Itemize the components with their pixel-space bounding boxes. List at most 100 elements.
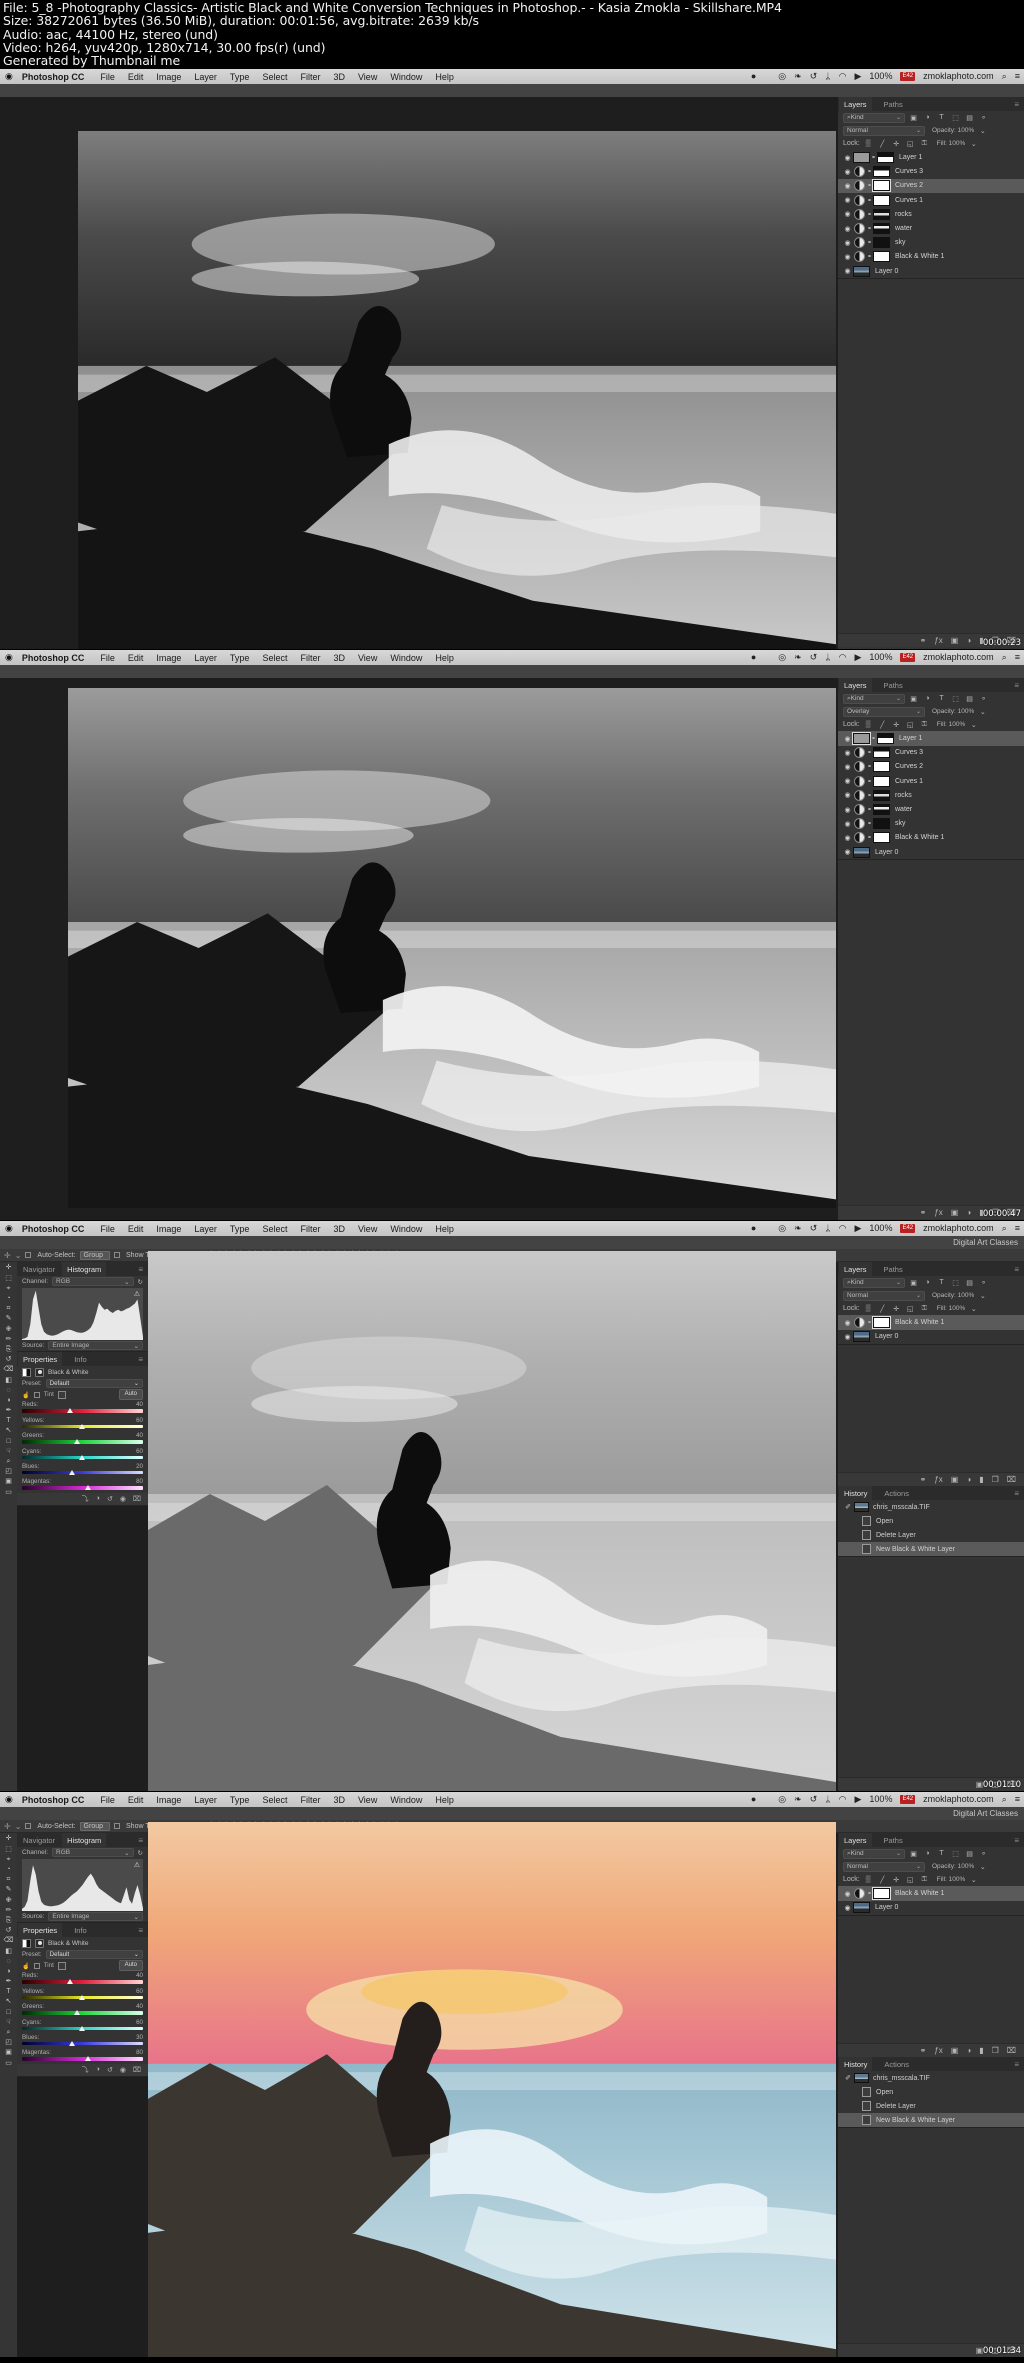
tab-navigator[interactable]: Navigator [23, 1836, 55, 1845]
lasso-tool-icon[interactable]: ⌖ [7, 1856, 11, 1864]
menu-file[interactable]: File [100, 1224, 115, 1234]
bluetooth-icon[interactable]: ᛦ [825, 72, 830, 81]
delete-layer-icon[interactable]: ⌧ [1007, 1475, 1016, 1484]
slider-track[interactable] [22, 1485, 143, 1491]
lock-artboard-icon[interactable]: ◱ [905, 721, 916, 729]
type-tool-icon[interactable]: T [6, 1988, 10, 1996]
blend-mode-dropdown[interactable]: Normal ⌄ [843, 125, 925, 136]
slider-thumb[interactable] [67, 1408, 73, 1414]
timemachine-icon[interactable]: ❧ [794, 72, 802, 81]
layer-visibility-icon[interactable]: ◉ [842, 154, 853, 162]
layer-row[interactable]: ◉ ⚭ Curves 3 [838, 165, 1024, 179]
history-icon[interactable]: ↺ [810, 653, 818, 662]
blend-mode-dropdown[interactable]: Normal ⌄ [843, 1290, 925, 1301]
tab-actions[interactable]: Actions [884, 2060, 909, 2069]
volume-icon[interactable]: ▶ [855, 1224, 862, 1233]
layer-visibility-icon[interactable]: ◉ [842, 777, 853, 785]
crop-tool-icon[interactable]: ⌗ [7, 1876, 11, 1884]
type-filter-icon[interactable]: T [936, 114, 947, 121]
preset-dropdown[interactable]: Default ⌄ [45, 1950, 143, 1960]
history-brush-tool-icon[interactable]: ↺ [6, 1927, 12, 1935]
layer-visibility-icon[interactable]: ◉ [842, 749, 853, 757]
menu-view[interactable]: View [358, 1795, 377, 1805]
layer-mask-thumbnail[interactable] [872, 1316, 891, 1330]
layer-row[interactable]: ◉ ⚭ Curves 2 [838, 760, 1024, 774]
layer-row[interactable]: ◉ ⚭ water [838, 802, 1024, 816]
tab-layers[interactable]: Layers [839, 96, 872, 112]
channel-dropdown[interactable]: RGB ⌄ [52, 1848, 134, 1858]
adjustment-layer-icon[interactable] [854, 818, 865, 830]
tint-checkbox[interactable] [33, 1962, 40, 1969]
chevron-down-icon[interactable]: ⌄ [968, 1305, 979, 1313]
slider-thumb[interactable] [74, 1439, 81, 1445]
pixel-filter-icon[interactable]: ▣ [908, 114, 919, 122]
menu-window[interactable]: Window [390, 1795, 422, 1805]
filter-power-icon[interactable]: ⚬ [978, 1279, 989, 1287]
chevron-down-icon[interactable]: ⌄ [968, 721, 979, 729]
layer-row[interactable]: ◉ ⚭ sky [838, 817, 1024, 831]
menu-image[interactable]: Image [156, 1795, 181, 1805]
type-tool-icon[interactable]: T [6, 1417, 10, 1425]
lock-transparency-icon[interactable]: ▒ [863, 1305, 874, 1312]
adjustment-layer-icon[interactable] [854, 789, 865, 801]
menu-type[interactable]: Type [230, 72, 250, 82]
history-row[interactable]: Delete Layer [838, 1528, 1024, 1542]
menu-type[interactable]: Type [230, 1224, 250, 1234]
gradient-tool-icon[interactable]: ◧ [5, 1948, 12, 1956]
shape-filter-icon[interactable]: ⬚ [950, 1279, 961, 1287]
black-white-adjustment-icon[interactable] [22, 1938, 31, 1948]
dropbox-icon[interactable]: ● [751, 1795, 756, 1804]
tab-paths[interactable]: Paths [884, 1836, 903, 1845]
lock-artboard-icon[interactable]: ◱ [905, 1305, 916, 1313]
menu-type[interactable]: Type [230, 653, 250, 663]
clone-stamp-tool-icon[interactable]: ⎘ [6, 1917, 12, 1925]
tab-navigator[interactable]: Navigator [23, 1265, 55, 1274]
tint-color-swatch[interactable] [57, 1961, 66, 1970]
adjustment-layer-icon[interactable] [854, 166, 865, 178]
link-mask-icon[interactable]: ⚭ [866, 182, 873, 189]
menu-image[interactable]: Image [156, 72, 181, 82]
auto-select-checkbox-box[interactable] [25, 1251, 32, 1258]
delete-layer-icon[interactable]: ⌧ [1007, 2046, 1016, 2055]
bluetooth-icon[interactable]: ᛦ [825, 653, 830, 662]
search-icon[interactable]: ⌕ [1002, 1795, 1007, 1804]
layer-mask-thumbnail[interactable] [873, 223, 890, 235]
document-canvas[interactable] [78, 131, 836, 650]
layer-visibility-icon[interactable]: ◉ [842, 820, 853, 828]
menu-filter[interactable]: Filter [300, 653, 320, 663]
crop-tool-icon[interactable]: ⌗ [7, 1305, 11, 1313]
filter-power-icon[interactable]: ⚬ [978, 1850, 989, 1858]
layer-row[interactable]: ◉ ⚭ Curves 3 [838, 746, 1024, 760]
adjustment-layer-icon[interactable] [854, 832, 865, 844]
toggle-visibility-icon[interactable]: ◉ [120, 2066, 126, 2074]
menu-window[interactable]: Window [390, 1224, 422, 1234]
layer-visibility-icon[interactable]: ◉ [842, 848, 853, 856]
quick-select-tool-icon[interactable]: ◔ [6, 1295, 10, 1303]
move-tool-icon[interactable]: ✛ [4, 1251, 11, 1260]
adjustment-layer-icon[interactable] [854, 761, 865, 773]
new-group-icon[interactable]: ▮ [979, 1475, 983, 1484]
clip-to-layer-icon[interactable]: ⤵ [82, 2065, 89, 2075]
add-mask-icon[interactable]: ▣ [951, 636, 959, 645]
layer-row[interactable]: ◉ ⚭ Curves 2 [838, 178, 1024, 194]
tab-layers[interactable]: Layers [839, 1261, 872, 1277]
smart-object-filter-icon[interactable]: ▤ [964, 695, 975, 703]
refresh-icon[interactable]: ↻ [138, 1278, 143, 1286]
adjustment-layer-icon[interactable] [854, 194, 865, 206]
layer-visibility-icon[interactable]: ◉ [842, 1890, 853, 1898]
history-row[interactable]: Open [838, 1514, 1024, 1528]
link-mask-icon[interactable]: ⚭ [870, 154, 877, 161]
history-brush-source-icon[interactable]: ✐ [842, 2074, 854, 2082]
layer-row[interactable]: ◉ Layer 0 [838, 1330, 1024, 1344]
menu-view[interactable]: View [358, 653, 377, 663]
link-layers-icon[interactable]: ⚭ [920, 636, 927, 645]
delete-adjustment-icon[interactable]: ⌧ [133, 2066, 141, 2074]
menu-3d[interactable]: 3D [333, 1224, 345, 1234]
timemachine-icon[interactable]: ❧ [794, 1224, 802, 1233]
new-adjustment-icon[interactable]: ◑ [966, 2046, 971, 2055]
layer-mask-thumbnail[interactable] [873, 166, 890, 178]
link-mask-icon[interactable]: ⚭ [866, 197, 873, 204]
source-dropdown[interactable]: Entire Image ⌄ [48, 1912, 143, 1922]
panel-menu-icon[interactable]: ≡ [1014, 1836, 1019, 1845]
layer-row[interactable]: ◉ Layer 0 [838, 264, 1024, 278]
